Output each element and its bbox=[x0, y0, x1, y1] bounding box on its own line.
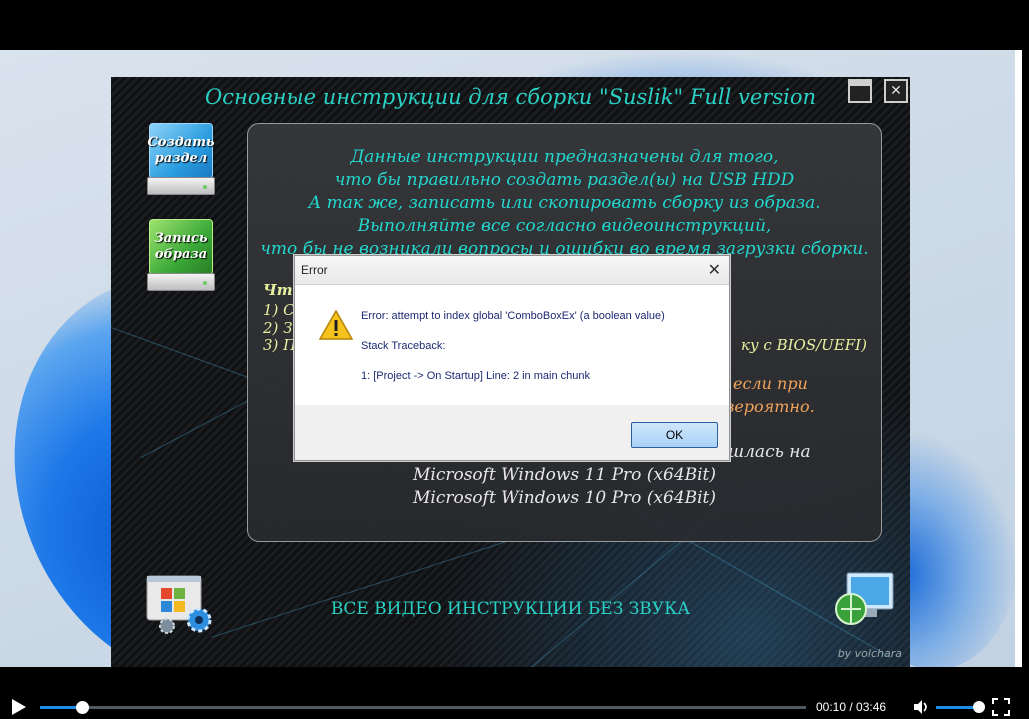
play-icon[interactable] bbox=[12, 699, 26, 715]
drive-led bbox=[203, 185, 207, 189]
tested-partial: шлась на bbox=[728, 442, 811, 462]
dialog-body: Error: attempt to index global 'ComboBox… bbox=[295, 285, 729, 405]
intro-line: что бы правильно создать раздел(ы) на US… bbox=[334, 170, 795, 190]
author-credit: by volchara bbox=[837, 647, 902, 660]
dialog-title: Error bbox=[301, 263, 328, 277]
note-line-1: если при bbox=[733, 374, 808, 393]
traceback-line: 1: [Project -> On Startup] Line: 2 in ma… bbox=[361, 370, 590, 382]
network-monitor-icon[interactable] bbox=[833, 569, 897, 631]
note-line-2: вероятно. bbox=[725, 397, 815, 416]
warning-icon bbox=[319, 309, 353, 340]
maximize-button[interactable] bbox=[848, 79, 872, 103]
step-3: 3) П bbox=[263, 336, 297, 354]
video-controls: 00:10 / 03:46 bbox=[0, 690, 1029, 719]
dialog-titlebar: Error ✕ bbox=[295, 256, 729, 285]
create-partition-label: Создать раздел bbox=[147, 123, 215, 179]
seek-handle[interactable] bbox=[76, 701, 90, 714]
intro-text: Данные инструкции предназначены для того… bbox=[248, 146, 881, 261]
ok-button[interactable]: OK bbox=[631, 422, 718, 448]
write-image-button[interactable]: Запись образа bbox=[147, 219, 215, 293]
section-heading: Чт bbox=[263, 281, 293, 299]
volume-handle[interactable] bbox=[973, 701, 985, 713]
intro-line: А так же, записать или скопировать сборк… bbox=[308, 193, 821, 213]
intro-line: Данные инструкции предназначены для того… bbox=[350, 147, 779, 167]
tested-os-1: Microsoft Windows 11 Pro (x64Bit) bbox=[412, 465, 717, 485]
dialog-close-button[interactable]: ✕ bbox=[708, 260, 721, 280]
time-readout: 00:10 / 03:46 bbox=[816, 700, 887, 714]
error-dialog: Error ✕ Error: attempt to index global '… bbox=[294, 255, 730, 461]
app-title: Основные инструкции для сборки "Suslik" … bbox=[205, 85, 816, 109]
intro-line: Выполняйте все согласно видеоинструкций, bbox=[357, 216, 772, 236]
error-message: Error: attempt to index global 'ComboBox… bbox=[361, 310, 665, 322]
bios-text: ку с BIOS/UEFI) bbox=[741, 336, 867, 354]
fullscreen-icon[interactable] bbox=[992, 698, 1010, 716]
volume-icon[interactable] bbox=[912, 698, 930, 716]
no-sound-notice: ВСЕ ВИДЕО ИНСТРУКЦИИ БЕЗ ЗВУКА bbox=[330, 599, 691, 619]
create-partition-button[interactable]: Создать раздел bbox=[147, 123, 215, 197]
seek-bar[interactable] bbox=[40, 701, 806, 714]
write-image-label: Запись образа bbox=[149, 219, 213, 275]
close-button[interactable]: ✕ bbox=[884, 79, 908, 103]
wallpaper-edge bbox=[1015, 50, 1022, 667]
tested-os-2: Microsoft Windows 10 Pro (x64Bit) bbox=[412, 488, 717, 508]
traceback-label: Stack Traceback: bbox=[361, 340, 446, 352]
drive-led bbox=[203, 281, 207, 285]
